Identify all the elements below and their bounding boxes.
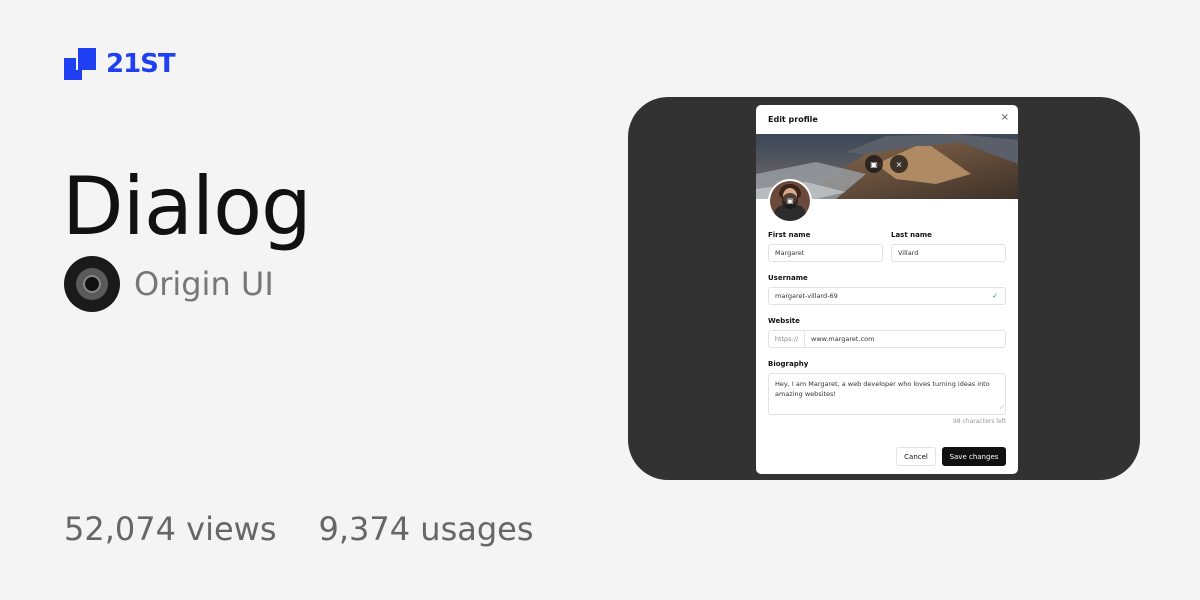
dialog-title: Edit profile xyxy=(768,115,818,124)
last-name-value: Villard xyxy=(898,249,919,257)
first-name-value: Margaret xyxy=(775,249,805,257)
edit-profile-dialog: Edit profile × ▣ × ▣ First name Margaret… xyxy=(756,105,1018,474)
first-name-label: First name xyxy=(768,231,811,239)
first-name-input[interactable]: Margaret xyxy=(768,244,883,262)
upload-banner-button[interactable]: ▣ xyxy=(865,155,883,173)
brand-logo-icon xyxy=(64,48,96,80)
biography-value: Hey, I am Margaret, a web developer who … xyxy=(775,380,990,398)
brand[interactable]: 21ST xyxy=(64,48,176,80)
component-title: Dialog xyxy=(62,160,312,253)
username-value: margaret-villard-69 xyxy=(775,292,838,300)
image-plus-icon: ▣ xyxy=(870,159,878,169)
last-name-input[interactable]: Villard xyxy=(891,244,1006,262)
cancel-button[interactable]: Cancel xyxy=(896,447,936,466)
author-avatar xyxy=(64,256,120,312)
username-label: Username xyxy=(768,274,808,282)
stats: 52,074 views 9,374 usages xyxy=(64,510,534,548)
username-input[interactable]: margaret-villard-69 ✓ xyxy=(768,287,1006,305)
save-changes-button[interactable]: Save changes xyxy=(942,447,1006,466)
author-name: Origin UI xyxy=(134,265,274,303)
upload-avatar-button[interactable]: ▣ xyxy=(782,193,798,209)
image-plus-icon: ▣ xyxy=(786,197,794,205)
usages-count: 9,374 usages xyxy=(318,510,534,548)
remove-banner-button[interactable]: × xyxy=(890,155,908,173)
resize-handle-icon[interactable]: ⟋ xyxy=(1000,403,1004,413)
author[interactable]: Origin UI xyxy=(64,256,274,312)
website-value: www.margaret.com xyxy=(811,335,875,343)
biography-label: Biography xyxy=(768,360,809,368)
close-icon[interactable]: × xyxy=(1001,113,1009,123)
check-icon: ✓ xyxy=(992,292,998,300)
website-prefix: https:// xyxy=(769,331,805,347)
website-input[interactable]: https:// www.margaret.com xyxy=(768,330,1006,348)
profile-avatar: ▣ xyxy=(768,179,812,223)
views-count: 52,074 views xyxy=(64,510,277,548)
brand-name: 21ST xyxy=(106,49,176,79)
x-icon: × xyxy=(895,159,903,169)
characters-left: 98 characters left xyxy=(952,418,1006,425)
biography-textarea[interactable]: Hey, I am Margaret, a web developer who … xyxy=(768,373,1006,415)
component-preview: Edit profile × ▣ × ▣ First name Margaret… xyxy=(628,97,1140,480)
website-label: Website xyxy=(768,317,800,325)
last-name-label: Last name xyxy=(891,231,932,239)
